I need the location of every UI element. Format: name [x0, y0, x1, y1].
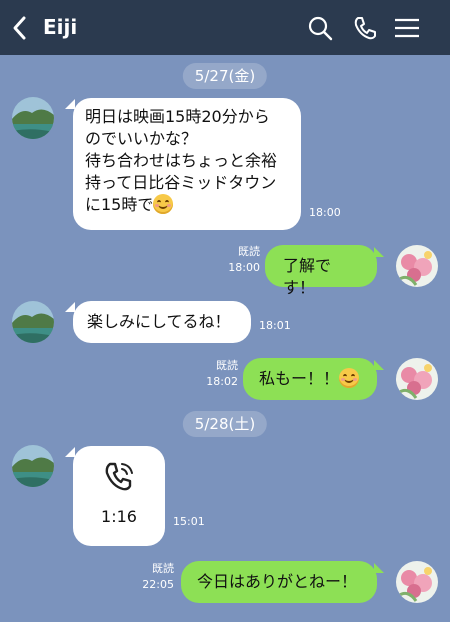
phone-icon: [354, 17, 376, 40]
message-bubble-incoming[interactable]: 明日は映画15時20分から のでいいかな？ 待ち合わせはちょっと余裕 持って日比…: [73, 98, 301, 230]
chat-header: Eiji: [0, 0, 450, 55]
read-receipt: 既読: [152, 562, 174, 575]
hamburger-menu-icon: [395, 18, 419, 38]
date-separator: 5/28(土): [182, 411, 268, 437]
phone-call-icon: [105, 462, 133, 491]
message-text: 今日はありがとねー！: [197, 572, 358, 591]
contact-avatar[interactable]: [12, 445, 54, 487]
message-line: に15時で: [85, 195, 154, 214]
my-avatar[interactable]: [396, 358, 438, 400]
message-time: 15:01: [173, 515, 205, 528]
message-time: 18:00: [309, 206, 341, 219]
message-text: 了解です！: [283, 256, 332, 297]
search-button[interactable]: [306, 14, 334, 42]
flower-avatar-icon: [396, 245, 438, 287]
search-icon: [308, 16, 333, 41]
message-text: 楽しみにしてるね！: [87, 312, 231, 331]
message-line: 持って日比谷ミッドタウン: [85, 173, 277, 192]
smile-emoji-icon: [339, 368, 360, 388]
landscape-avatar-icon: [12, 301, 54, 343]
flower-avatar-icon: [396, 358, 438, 400]
bubble-tail: [65, 99, 75, 109]
call-duration: 1:16: [101, 507, 137, 526]
bubble-tail: [65, 302, 75, 312]
read-receipt: 既読: [238, 245, 260, 258]
flower-avatar-icon: [396, 561, 438, 603]
message-text: 私もー！！: [259, 369, 340, 388]
contact-avatar[interactable]: [12, 301, 54, 343]
landscape-avatar-icon: [12, 97, 54, 139]
chat-area[interactable]: 5/27(金) 明日は映画15時20分から のでいいかな？ 待ち合わせはちょっと…: [0, 55, 450, 622]
message-line: 待ち合わせはちょっと余裕: [85, 151, 278, 170]
message-time: 18:02: [206, 375, 238, 388]
smile-emoji-icon: [153, 194, 174, 214]
call-button[interactable]: [351, 14, 379, 42]
date-separator: 5/27(金): [182, 63, 268, 89]
message-bubble-outgoing[interactable]: 了解です！: [265, 245, 377, 297]
menu-button[interactable]: [393, 14, 421, 42]
bubble-tail: [374, 563, 384, 573]
message-time: 18:00: [228, 261, 260, 274]
read-receipt: 既読: [216, 359, 238, 372]
message-line: のでいいかな？: [85, 129, 198, 148]
contact-avatar[interactable]: [12, 97, 54, 139]
message-time: 22:05: [142, 578, 174, 591]
message-bubble-outgoing[interactable]: 私もー！！: [243, 358, 377, 400]
bubble-tail: [65, 447, 75, 457]
message-line: 明日は映画15時20分から: [85, 107, 270, 126]
bubble-tail: [374, 247, 384, 257]
back-button[interactable]: [10, 14, 30, 42]
message-bubble-outgoing[interactable]: 今日はありがとねー！: [181, 561, 377, 603]
bubble-tail: [374, 360, 384, 370]
chat-title: Eiji: [43, 15, 78, 39]
my-avatar[interactable]: [396, 245, 438, 287]
call-message-bubble[interactable]: 1:16: [73, 446, 165, 546]
my-avatar[interactable]: [396, 561, 438, 603]
landscape-avatar-icon: [12, 445, 54, 487]
message-bubble-incoming[interactable]: 楽しみにしてるね！: [73, 301, 251, 343]
message-time: 18:01: [259, 319, 291, 332]
chevron-left-icon: [13, 16, 26, 40]
